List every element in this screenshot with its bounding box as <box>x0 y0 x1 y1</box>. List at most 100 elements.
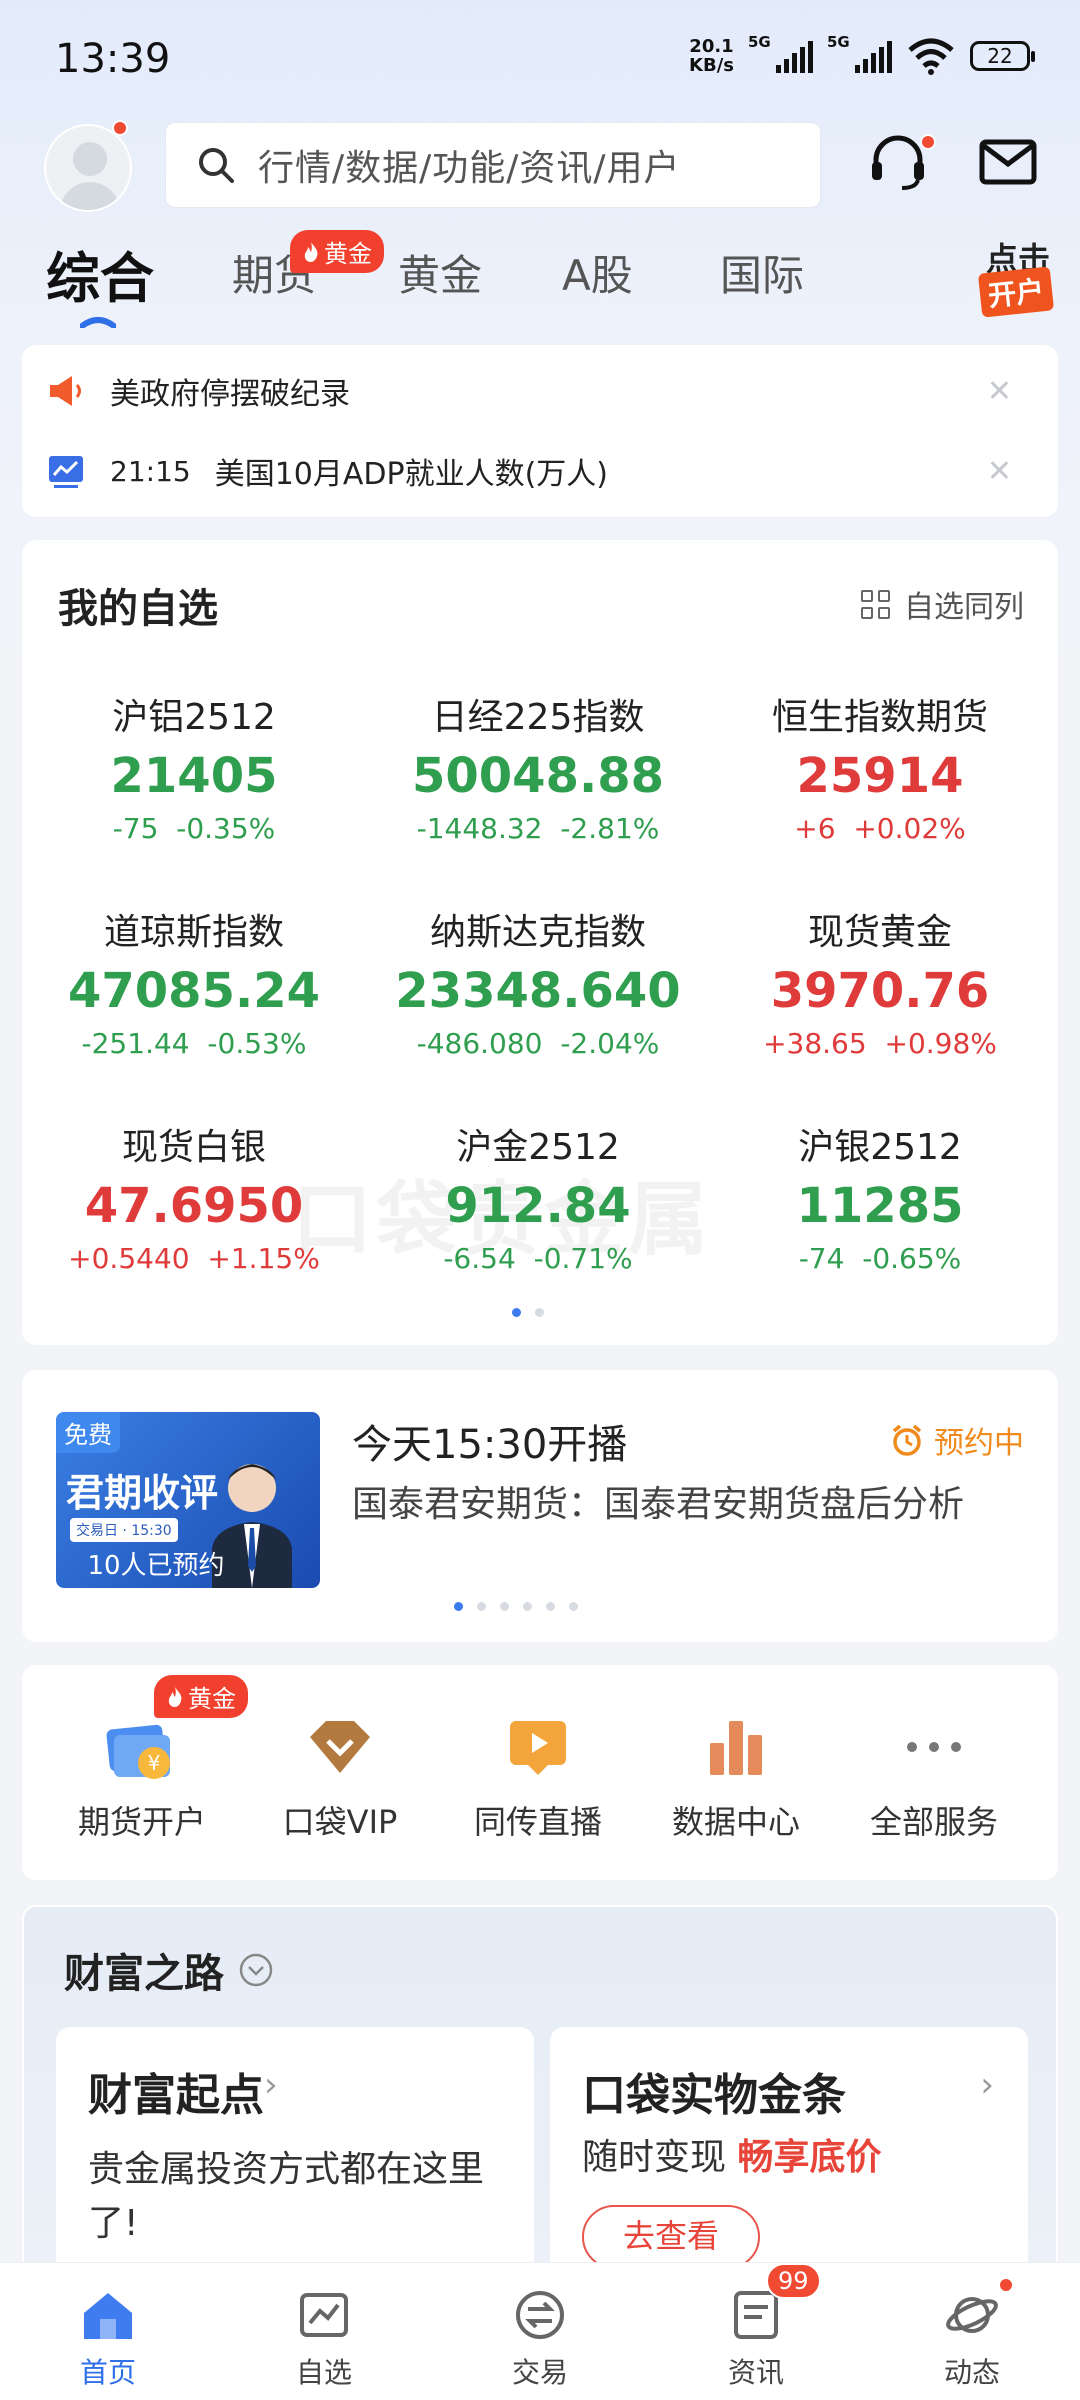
service-vip[interactable]: 口袋VIP <box>240 1665 440 1880</box>
vip-diamond-icon <box>310 1721 370 1773</box>
live-thumbnail[interactable]: 免费 君期收评 交易日 · 15:30 10人已预约 <box>56 1412 320 1588</box>
service-label: 期货开户 <box>77 1803 206 1841</box>
close-icon[interactable]: ✕ <box>987 454 1012 489</box>
pager-dot <box>546 1602 555 1611</box>
quote-item[interactable]: 沪铝2512 21405 -75 -0.35% <box>24 688 364 845</box>
chevron-right-icon: › <box>264 2065 278 2105</box>
tab-moments[interactable]: 动态 <box>864 2263 1080 2400</box>
search-input[interactable]: 行情/数据/功能/资讯/用户 <box>165 122 821 208</box>
quote-change: +0.5440 +1.15% <box>68 1242 320 1275</box>
close-icon[interactable]: ✕ <box>987 374 1012 409</box>
quote-change: -74 -0.65% <box>798 1242 962 1275</box>
quote-change: -251.44 -0.53% <box>81 1027 307 1060</box>
quote-item[interactable]: 道琼斯指数 47085.24 -251.44 -0.53% <box>24 903 364 1060</box>
tab-news[interactable]: 资讯 99 <box>648 2263 864 2400</box>
service-notification-dot <box>920 134 936 150</box>
quote-price: 11285 <box>796 1178 964 1234</box>
quote-price: 3970.76 <box>770 963 990 1019</box>
quote-name: 沪金2512 <box>456 1127 620 1168</box>
wealth-title-label: 财富之路 <box>64 1951 224 1997</box>
avatar-notification-dot <box>112 120 128 136</box>
wealth-card-desc: 贵金属投资方式都在这里了! <box>88 2149 485 2244</box>
tab-home[interactable]: 首页 <box>0 2263 216 2400</box>
watchlist-pager <box>512 1308 544 1317</box>
thumbnail-title: 君期收评 <box>66 1471 219 1515</box>
alarm-clock-icon <box>892 1424 922 1456</box>
quote-item[interactable]: 日经225指数 50048.88 -1448.32 -2.81% <box>368 688 708 845</box>
tab-label: 动态 <box>943 2356 1000 2389</box>
moments-notification-dot <box>998 2277 1014 2293</box>
quote-price: 47085.24 <box>67 963 321 1019</box>
quote-item[interactable]: 现货黄金 3970.76 +38.65 +0.98% <box>710 903 1050 1060</box>
quote-change: -75 -0.35% <box>112 812 276 845</box>
more-dots-icon <box>907 1742 961 1752</box>
services-card: ¥ 期货开户 黄金 口袋VIP 同传直播 数据中心 全部服务 <box>22 1665 1058 1880</box>
tab-comprehensive[interactable]: 综合 <box>46 234 154 313</box>
service-label: 口袋VIP <box>282 1803 398 1841</box>
network-speed: 20.1 KB/s <box>689 37 734 75</box>
hot-badge-label: 黄金 <box>324 240 372 268</box>
avatar[interactable] <box>44 124 132 212</box>
status-bar: 13:39 20.1 KB/s 5G 5G 22 <box>0 0 1080 120</box>
news-count-badge: 99 <box>766 2263 821 2299</box>
quote-name: 沪铝2512 <box>112 697 276 738</box>
service-data-center[interactable]: 数据中心 <box>636 1665 836 1880</box>
service-futures-account[interactable]: ¥ 期货开户 黄金 <box>42 1665 248 1880</box>
live-broadcast-card[interactable]: 免费 君期收评 交易日 · 15:30 10人已预约 今天15:30开播 预约中… <box>22 1370 1058 1642</box>
megaphone-icon <box>50 376 81 406</box>
tab-trade[interactable]: 交易 <box>432 2263 648 2400</box>
quote-price: 50048.88 <box>411 748 665 804</box>
service-label: 数据中心 <box>671 1803 800 1841</box>
service-all[interactable]: 全部服务 <box>834 1665 1034 1880</box>
quote-item[interactable]: 纳斯达克指数 23348.640 -486.080 -2.04% <box>368 903 708 1060</box>
quote-name: 现货黄金 <box>807 912 952 953</box>
live-reserve-status[interactable]: 预约中 <box>890 1418 1024 1462</box>
pager-dot <box>454 1602 463 1611</box>
pager-dot <box>477 1602 486 1611</box>
flame-icon <box>304 241 318 262</box>
quote-change: -486.080 -2.04% <box>416 1027 660 1060</box>
thumbnail-subtitle: 交易日 · 15:30 <box>70 1518 178 1542</box>
chevron-down-icon <box>239 1953 273 1987</box>
service-live[interactable]: 同传直播 <box>438 1665 638 1880</box>
pager-dot <box>523 1602 532 1611</box>
grid-icon <box>861 589 890 619</box>
service-label: 全部服务 <box>869 1803 998 1841</box>
wealth-title[interactable]: 财富之路 <box>64 1941 274 1999</box>
quote-item[interactable]: 现货白银 47.6950 +0.5440 +1.15% <box>24 1118 364 1275</box>
notice-item[interactable]: 美政府停摆破纪录 ✕ <box>46 361 1036 421</box>
quote-price: 912.84 <box>445 1178 631 1234</box>
quote-price: 47.6950 <box>84 1178 304 1234</box>
view-button[interactable]: 去查看 <box>582 2205 760 2269</box>
pager-dot <box>535 1308 544 1317</box>
notice-time: 21:15 <box>110 454 191 488</box>
battery-icon: 22 <box>970 41 1035 71</box>
quote-item[interactable]: 沪银2512 11285 -74 -0.65% <box>710 1118 1050 1275</box>
quote-name: 日经225指数 <box>431 697 645 738</box>
quote-item[interactable]: 恒生指数期货 25914 +6 +0.02% <box>710 688 1050 845</box>
net-speed-unit: KB/s <box>689 55 734 76</box>
tab-international[interactable]: 国际 <box>720 242 804 303</box>
mail-icon[interactable] <box>976 130 1040 194</box>
wifi-icon <box>908 38 954 75</box>
quote-name: 沪银2512 <box>798 1127 962 1168</box>
tab-a-shares[interactable]: A股 <box>562 242 633 303</box>
quote-price: 23348.640 <box>395 963 681 1019</box>
watchlist-same-column-button[interactable]: 自选同列 <box>861 582 1024 626</box>
tab-label: 首页 <box>79 2356 136 2389</box>
open-account-promo[interactable]: 点击 开户 <box>970 230 1070 330</box>
search-placeholder: 行情/数据/功能/资讯/用户 <box>258 148 681 189</box>
live-pager <box>454 1602 578 1611</box>
tab-label: 资讯 <box>727 2356 784 2389</box>
live-status-label: 预约中 <box>934 1426 1024 1461</box>
bar-chart-icon <box>710 1721 762 1775</box>
tab-active-indicator <box>80 317 116 328</box>
home-icon <box>84 2293 132 2339</box>
quote-item[interactable]: 沪金2512 912.84 -6.54 -0.71% <box>368 1118 708 1275</box>
tab-gold[interactable]: 黄金 <box>398 242 482 303</box>
quote-change: -1448.32 -2.81% <box>416 812 660 845</box>
notice-item[interactable]: 21:15 美国10月ADP就业人数(万人) ✕ <box>46 441 1036 501</box>
quote-change: +6 +0.02% <box>794 812 966 845</box>
tab-watchlist[interactable]: 自选 <box>216 2263 432 2400</box>
hot-badge: 黄金 <box>290 230 384 273</box>
